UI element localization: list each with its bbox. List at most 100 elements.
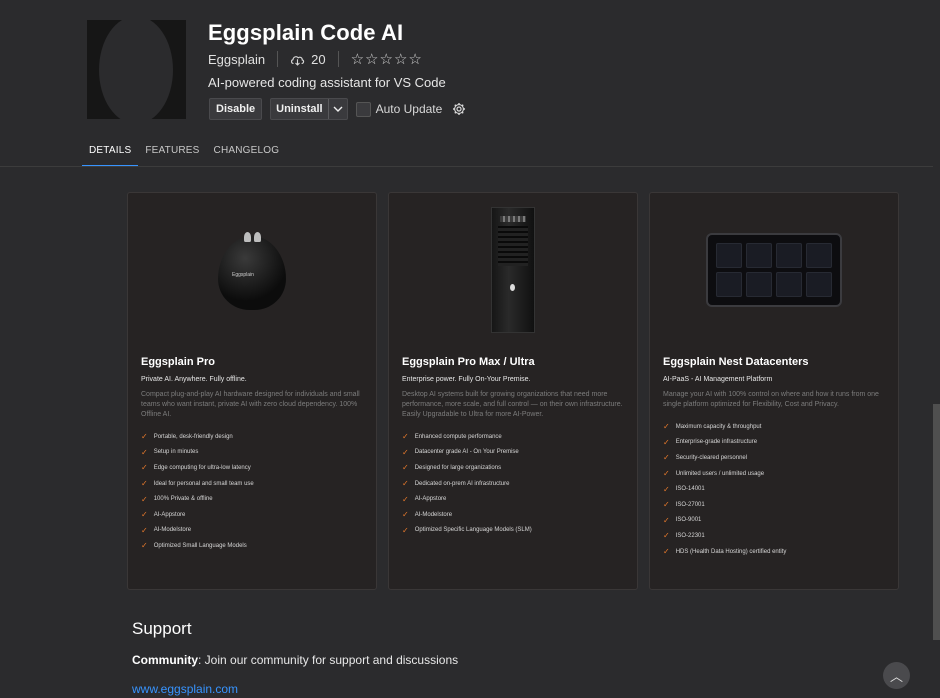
feature-label: Enhanced compute performance (414, 433, 502, 440)
check-icon: ✓ (402, 494, 409, 504)
extension-description: AI-powered coding assistant for VS Code (208, 75, 446, 90)
star-icon: ☆ (393, 51, 408, 68)
check-icon: ✓ (663, 437, 670, 447)
feature-label: AI-Appstore (414, 496, 447, 503)
vertical-scrollbar[interactable] (933, 166, 940, 698)
list-item: ✓ Setup in minutes (141, 445, 254, 461)
feature-label: AI-Modelstore (414, 511, 453, 518)
check-icon: ✓ (663, 484, 670, 494)
list-item: ✓ AI-Modelstore (141, 523, 254, 539)
product-image-pro-max (389, 207, 637, 333)
product-cards: Eggsplain Eggsplain Pro Private AI. Anyw… (127, 192, 899, 590)
disable-button[interactable]: Disable (209, 98, 263, 120)
egg-device-image: Eggsplain (218, 232, 286, 310)
list-item: ✓ ISO-22301 (663, 528, 786, 544)
list-item: ✓ Maximum capacity & throughput (663, 419, 786, 435)
extension-logo (87, 20, 186, 119)
list-item: ✓ Security-cleared personnel (663, 450, 786, 466)
feature-label: Optimized Specific Language Models (SLM) (414, 527, 532, 534)
tab-changelog[interactable]: CHANGELOG (207, 140, 287, 166)
check-icon: ✓ (402, 479, 409, 489)
rating-stars[interactable]: ☆ ☆ ☆ ☆ ☆ (351, 50, 422, 68)
product-card-pro-max: Eggsplain Pro Max / Ultra Enterprise pow… (388, 192, 638, 590)
feature-label: Edge computing for ultra-low latency (153, 464, 251, 471)
product-card-pro: Eggsplain Eggsplain Pro Private AI. Anyw… (127, 192, 377, 590)
feature-label: HDS (Health Data Hosting) certified enti… (675, 548, 787, 555)
community-text: Community: Join our community for suppor… (132, 653, 458, 667)
check-icon: ✓ (141, 541, 148, 551)
list-item: ✓ Dedicated on-prem AI infrastructure (402, 476, 532, 492)
check-icon: ✓ (663, 453, 670, 463)
header-divider (0, 166, 933, 167)
feature-label: ISO-14001 (675, 486, 705, 493)
check-icon: ✓ (141, 494, 148, 504)
auto-update-checkbox[interactable]: Auto Update (355, 101, 442, 117)
check-icon: ✓ (402, 432, 409, 442)
feature-label: AI-Appstore (153, 511, 186, 518)
card-title: Eggsplain Pro Max / Ultra (402, 356, 535, 368)
feature-label: Unlimited users / unlimited usage (675, 470, 765, 477)
feature-label: ISO-22301 (675, 532, 705, 539)
extension-header: Eggsplain Code AI Eggsplain 20 ☆ ☆ ☆ ☆ ☆… (0, 0, 940, 166)
install-count-value: 20 (311, 51, 326, 67)
list-item: ✓ Unlimited users / unlimited usage (663, 466, 786, 482)
feature-list: ✓ Enhanced compute performance ✓ Datacente… (402, 429, 532, 538)
list-item: ✓ HDS (Health Data Hosting) certified ent… (663, 544, 786, 560)
community-description: : Join our community for support and dis… (198, 653, 459, 667)
check-icon: ✓ (402, 463, 409, 473)
check-icon: ✓ (663, 422, 670, 432)
feature-label: AI-Modelstore (153, 527, 192, 534)
star-icon: ☆ (379, 51, 393, 68)
publisher-link[interactable]: Eggsplain (208, 52, 265, 67)
list-item: ✓ 100% Private & offline (141, 491, 254, 507)
product-card-nest: Eggsplain Nest Datacenters AI-PaaS - AI … (649, 192, 899, 590)
check-icon: ✓ (402, 510, 409, 520)
feature-label: Security-cleared personnel (675, 454, 748, 461)
check-icon: ✓ (141, 479, 148, 489)
extension-tabs: DETAILS FEATURES CHANGELOG (82, 140, 286, 166)
check-icon: ✓ (141, 463, 148, 473)
check-icon: ✓ (663, 515, 670, 525)
checkbox-box[interactable] (355, 101, 371, 117)
list-item: ✓ Portable, desk-friendly design (141, 429, 254, 445)
feature-label: Optimized Small Language Models (153, 542, 247, 549)
product-image-nest (650, 207, 898, 333)
feature-label: Ideal for personal and small team use (153, 480, 254, 487)
extension-meta: Eggsplain 20 ☆ ☆ ☆ ☆ ☆ (208, 49, 422, 69)
list-item: ✓ ISO-9001 (663, 513, 786, 529)
feature-label: ISO-27001 (675, 501, 705, 508)
check-icon: ✓ (402, 525, 409, 535)
feature-label: Setup in minutes (153, 449, 199, 456)
feature-list: ✓ Portable, desk-friendly design ✓ Setup i… (141, 429, 254, 554)
star-icon: ☆ (365, 51, 379, 68)
meta-divider (277, 51, 279, 67)
website-link[interactable]: www.eggsplain.com (132, 682, 238, 696)
check-icon: ✓ (141, 447, 148, 457)
list-item: ✓ AI-Modelstore (402, 507, 532, 523)
tab-features[interactable]: FEATURES (138, 140, 206, 166)
gear-icon[interactable] (452, 102, 466, 116)
feature-label: Dedicated on-prem AI infrastructure (414, 480, 510, 487)
cloud-download-icon (291, 55, 305, 66)
tab-details[interactable]: DETAILS (82, 140, 139, 166)
card-body: Desktop AI systems built for growing org… (402, 391, 623, 418)
uninstall-split-button: Uninstall (270, 98, 348, 120)
list-item: ✓ Edge computing for ultra-low latency (141, 460, 254, 476)
uninstall-dropdown-button[interactable] (329, 99, 347, 119)
chevron-up-icon: ︿ (889, 669, 903, 684)
list-item: ✓ Optimized Specific Language Models (SLM… (402, 523, 532, 539)
product-image-pro: Eggsplain (128, 207, 376, 333)
feature-label: Maximum capacity & throughput (675, 423, 762, 430)
feature-label: Enterprise-grade infrastructure (675, 439, 758, 446)
feature-label: Designed for large organizations (414, 464, 502, 471)
check-icon: ✓ (663, 531, 670, 541)
scrollbar-thumb[interactable] (933, 404, 940, 640)
header-scroll-track (933, 0, 940, 166)
install-count: 20 (290, 51, 326, 67)
scroll-to-top-button[interactable]: ︿ (883, 662, 910, 689)
meta-divider (337, 51, 339, 67)
card-subtitle: Enterprise power. Fully On-Your Premise. (402, 376, 531, 383)
card-subtitle: AI-PaaS - AI Management Platform (663, 376, 773, 383)
feature-label: ISO-9001 (675, 517, 702, 524)
uninstall-button[interactable]: Uninstall (271, 99, 329, 119)
